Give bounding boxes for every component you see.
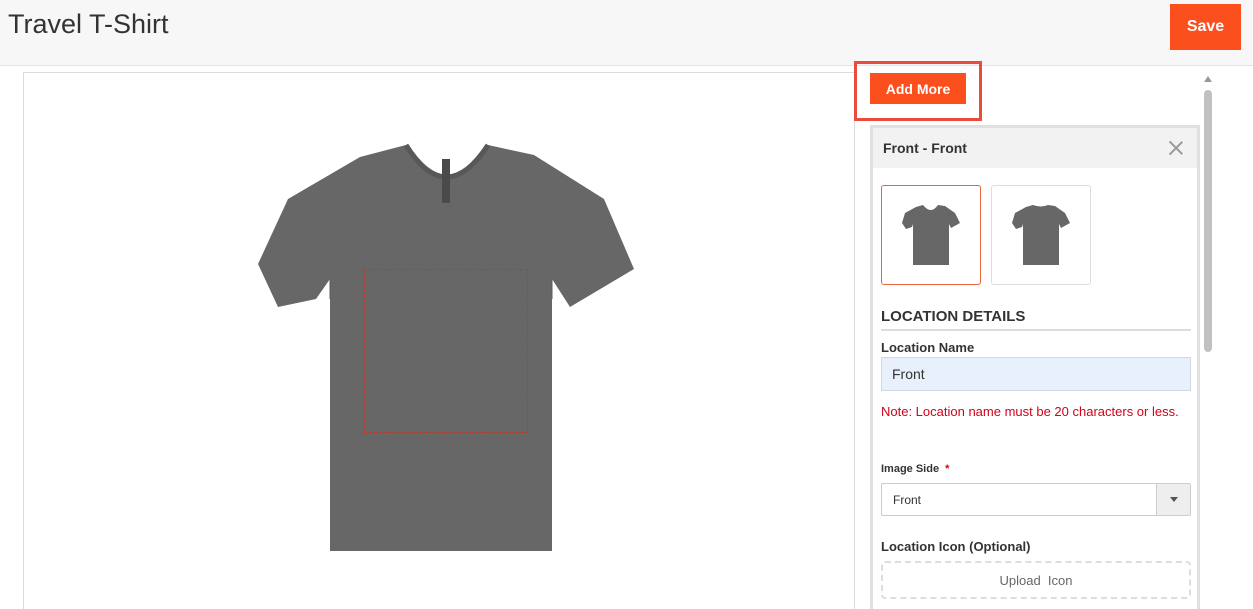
location-name-input[interactable] bbox=[881, 357, 1191, 391]
save-button[interactable]: Save bbox=[1170, 4, 1241, 50]
panel-title: Front - Front bbox=[883, 140, 967, 156]
location-panel: Front - Front LOCATION DETAILS Location … bbox=[870, 125, 1200, 609]
image-side-label: Image Side * bbox=[881, 463, 949, 475]
thumbnail-front[interactable] bbox=[881, 185, 981, 285]
close-icon[interactable] bbox=[1167, 139, 1185, 157]
print-area-box[interactable] bbox=[364, 269, 528, 433]
top-bar: Travel T-Shirt Save bbox=[0, 0, 1253, 66]
scroll-up-arrow-icon[interactable] bbox=[1204, 76, 1212, 82]
scroll-thumb[interactable] bbox=[1204, 90, 1212, 352]
thumbnail-back[interactable] bbox=[991, 185, 1091, 285]
upload-icon-button[interactable]: Upload Icon bbox=[881, 561, 1191, 599]
required-mark: * bbox=[945, 463, 950, 475]
chevron-down-icon[interactable] bbox=[1156, 484, 1190, 515]
add-more-button[interactable]: Add More bbox=[870, 73, 966, 104]
image-side-value: Front bbox=[893, 493, 922, 507]
upload-icon-label: Upload Icon bbox=[999, 572, 1073, 588]
section-title: LOCATION DETAILS bbox=[881, 308, 1191, 331]
vertical-scrollbar[interactable] bbox=[1202, 72, 1215, 609]
image-side-select[interactable]: Front bbox=[881, 483, 1191, 516]
image-side-label-text: Image Side bbox=[881, 463, 940, 475]
design-canvas[interactable] bbox=[23, 72, 855, 609]
panel-header: Front - Front bbox=[873, 128, 1197, 168]
location-name-label: Location Name bbox=[881, 340, 975, 355]
location-icon-label: Location Icon (Optional) bbox=[881, 539, 1031, 554]
location-name-note: Note: Location name must be 20 character… bbox=[881, 404, 1179, 419]
page-title: Travel T-Shirt bbox=[8, 9, 169, 39]
image-thumbnails bbox=[881, 185, 1091, 285]
